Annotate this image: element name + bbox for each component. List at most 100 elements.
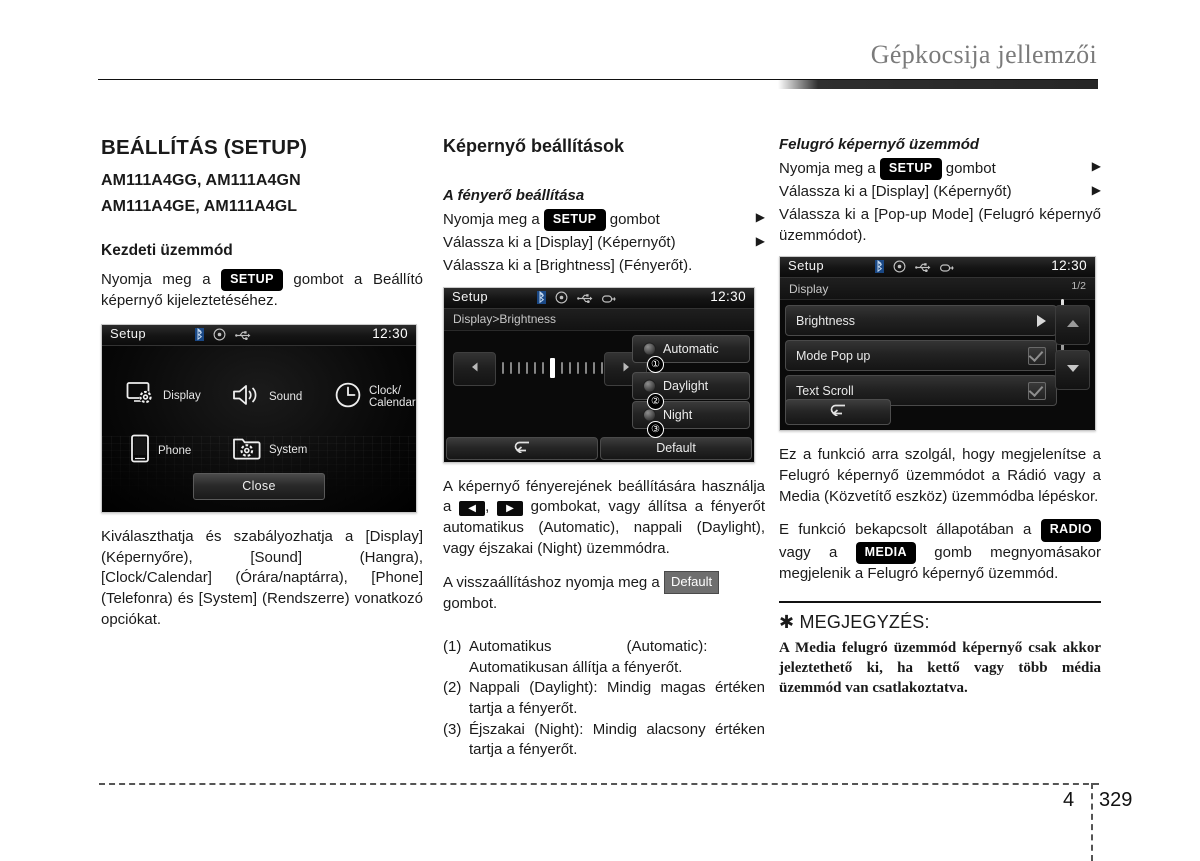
- chevron-right-icon: [1037, 314, 1046, 327]
- note-text: A Media felugró üzemmód képernyő csak ak…: [779, 639, 1101, 697]
- scroll-down-button[interactable]: [1055, 350, 1090, 391]
- option-label-daylight: Daylight: [663, 378, 709, 393]
- menu-item-clock-calendar[interactable]: Clock/ Calendar: [334, 381, 416, 414]
- aux-icon: [940, 260, 955, 278]
- popup-step-2: Válassza ki a [Display] (Képernyőt) ▶: [779, 182, 1101, 203]
- row-label: Brightness: [796, 313, 856, 328]
- slider-tick: [561, 361, 563, 374]
- list-number: (1): [443, 638, 462, 655]
- menu-item-display[interactable]: Display: [126, 381, 201, 412]
- row-label: Mode Pop up: [796, 348, 871, 363]
- list-text: Nappali (Daylight): Mindig magas értéken…: [469, 679, 765, 718]
- screen-bottom-bar: Default: [444, 435, 754, 462]
- menu-item-sound[interactable]: Sound: [232, 383, 302, 412]
- setup-button-badge[interactable]: SETUP: [221, 269, 283, 292]
- back-button[interactable]: [446, 436, 598, 460]
- status-icons: [195, 327, 251, 346]
- usb-icon: [915, 260, 931, 278]
- brightness-usage-paragraph: A képernyő fényerejének beállítására has…: [443, 477, 765, 560]
- setup-options-paragraph: Kiválaszthatja és szabályozhatja a [Disp…: [101, 527, 423, 628]
- initial-mode-heading: Kezdeti üzemmód: [101, 242, 233, 259]
- page-title: Gépkocsija jellemzői: [870, 40, 1097, 69]
- checkbox-icon[interactable]: [1028, 346, 1046, 365]
- radio-dot-icon: [643, 342, 656, 356]
- model-codes-line-1: AM111A4GG, AM111A4GN: [101, 172, 301, 189]
- left-arrow-key-badge[interactable]: ◀: [459, 501, 486, 517]
- list-item: (2) Nappali (Daylight): Mindig magas érté…: [443, 678, 765, 719]
- step1-prefix: Nyomja meg a: [779, 160, 876, 177]
- brightness-step-2: Válassza ki a [Display] (Képernyőt) ▶: [443, 233, 765, 254]
- footer-divider: [99, 783, 1099, 785]
- brightness-step-1: Nyomja meg a SETUP gombot ▶: [443, 209, 765, 232]
- default-button-badge[interactable]: Default: [663, 571, 720, 595]
- screen-clock: 12:30: [372, 325, 408, 341]
- step-arrow-icon: ▶: [1091, 183, 1101, 198]
- usb-icon: [235, 328, 251, 346]
- list-row-brightness[interactable]: Brightness: [785, 305, 1057, 337]
- column-middle: Képernyő beállítások A fényerő beállítás…: [443, 136, 765, 761]
- radio-button-badge[interactable]: RADIO: [1040, 519, 1101, 542]
- slider-tick: [542, 361, 544, 374]
- disc-icon: [555, 291, 568, 309]
- close-button[interactable]: Close: [193, 472, 325, 500]
- brightness-decrease-button[interactable]: [453, 351, 496, 386]
- step-arrow-icon: ▶: [1091, 159, 1101, 173]
- breadcrumb: Display: [780, 278, 1095, 301]
- radio-dot-icon: [643, 408, 656, 422]
- page-header: Gépkocsija jellemzői: [0, 40, 1200, 100]
- breadcrumb: Display>Brightness: [444, 308, 754, 331]
- setup-home-screen[interactable]: Setup 12:30 Display Sound Clock/ Calenda…: [101, 323, 417, 513]
- step1-suffix: gombot: [945, 160, 996, 177]
- slider-current-position: [550, 357, 555, 378]
- display-list-screen[interactable]: Setup 12:30 Display 1/2 Brightness Mode …: [779, 256, 1096, 432]
- checkbox-icon[interactable]: [1028, 381, 1046, 400]
- model-codes-line-2: AM111A4GE, AM111A4GL: [101, 198, 298, 215]
- disc-icon: [893, 260, 906, 278]
- media-button-badge[interactable]: MEDIA: [855, 541, 916, 564]
- display-settings-heading: Képernyő beállítások: [443, 136, 625, 156]
- slider-tick: [534, 361, 536, 374]
- default-button[interactable]: Default: [600, 436, 752, 460]
- initial-mode-instruction: Nyomja meg a SETUP gombot a Beállító kép…: [101, 269, 423, 312]
- brightness-slider[interactable]: [502, 357, 603, 378]
- list-row-mode-popup[interactable]: Mode Pop up: [785, 340, 1057, 372]
- callout-3: ③: [647, 420, 664, 438]
- menu-item-phone[interactable]: Phone: [130, 434, 191, 468]
- brightness-setting-heading: A fényerő beállítása: [443, 187, 585, 204]
- setup-button-badge[interactable]: SETUP: [543, 209, 606, 232]
- list-text: Automatikus (Automatic): Automatikusan á…: [469, 638, 708, 676]
- row-label: Text Scroll: [796, 383, 854, 398]
- display-gear-icon: [126, 381, 156, 412]
- column-left: BEÁLLÍTÁS (SETUP) AM111A4GG, AM111A4GN A…: [101, 136, 423, 642]
- page-indicator: 1/2: [1071, 280, 1086, 293]
- clock-icon: [334, 381, 362, 414]
- step-arrow-icon: ▶: [755, 234, 765, 249]
- usb-icon: [577, 291, 593, 309]
- left-triangle-icon: [469, 360, 481, 378]
- popup-mode-heading: Felugró képernyő üzemmód: [779, 136, 980, 153]
- screen-status-bar: Setup 12:30: [444, 287, 754, 309]
- menu-item-system[interactable]: System: [232, 434, 307, 466]
- setup-button-badge[interactable]: SETUP: [879, 158, 942, 181]
- usage-comma: ,: [485, 498, 490, 516]
- scroll-up-button[interactable]: [1055, 305, 1090, 346]
- popup-step-3: Válassza ki a [Pop-up Mode] (Felugró kép…: [779, 205, 1101, 244]
- reset-suffix: gombot.: [443, 595, 498, 613]
- popup-description-paragraph: Ez a funkció arra szolgál, hogy megjelen…: [779, 446, 1101, 505]
- setup-menu-area: Display Sound Clock/ Calendar Phone Syst…: [102, 345, 416, 512]
- usage-suffix: gombokat, vagy állítsa a fényerőt automa…: [443, 498, 765, 557]
- chevron-up-icon: [1065, 316, 1081, 334]
- clock-label-line2: Calendar: [369, 397, 416, 410]
- slider-tick: [526, 361, 528, 374]
- screen-title: Setup: [110, 325, 146, 341]
- right-arrow-key-badge[interactable]: ▶: [496, 501, 523, 517]
- aux-icon: [602, 291, 617, 309]
- bluetooth-icon: [537, 290, 546, 309]
- brightness-screen[interactable]: Setup 12:30 Display>Brightness Automatic…: [443, 286, 755, 463]
- slider-tick: [593, 361, 595, 374]
- back-button[interactable]: [785, 399, 891, 426]
- list-number: (2): [443, 679, 462, 697]
- status-icons: [537, 290, 617, 309]
- popup-step-1: Nyomja meg a SETUP gombot ▶: [779, 158, 1101, 181]
- note-heading: ✱ MEGJEGYZÉS:: [779, 611, 930, 632]
